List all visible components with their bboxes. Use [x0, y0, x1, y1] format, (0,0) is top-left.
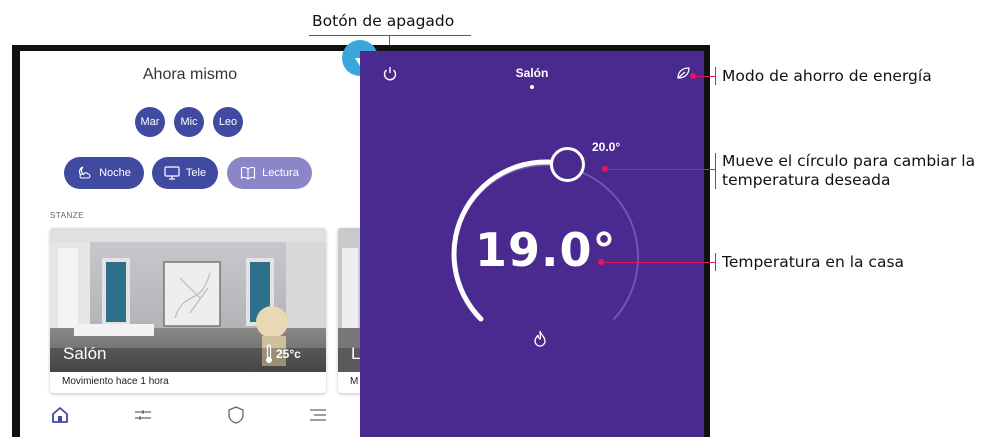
scene-label: Noche	[99, 167, 131, 179]
room-temperature: 25°c	[276, 347, 301, 361]
sliders-icon[interactable]	[133, 405, 153, 425]
person-chip-mic[interactable]: Mic	[174, 107, 204, 137]
annotation-bracket	[715, 153, 716, 189]
dashboard-panel: Ahora mismo Mar Mic Leo Noche Tele Lectu…	[20, 51, 360, 437]
book-icon	[241, 166, 256, 180]
room-status-note: M	[350, 376, 359, 387]
annotation-house-temp: Temperatura en la casa	[722, 253, 905, 271]
room-card-salon[interactable]: Salón 25°c Movimiento hace 1 hora	[50, 228, 326, 393]
menu-icon[interactable]	[308, 405, 328, 425]
home-icon[interactable]	[50, 405, 70, 425]
scene-button-noche[interactable]: Noche	[64, 157, 144, 189]
annotation-underline	[309, 35, 471, 36]
annotation-power-button: Botón de apagado	[312, 12, 455, 30]
room-card-partial[interactable]: L M	[338, 228, 360, 393]
room-status-note: Movimiento hace 1 hora	[62, 376, 169, 387]
scene-label: Tele	[185, 167, 207, 179]
annotation-bracket	[715, 67, 716, 85]
room-name: Salón	[63, 344, 107, 363]
shield-icon[interactable]	[226, 405, 246, 425]
scene-button-lectura[interactable]: Lectura	[227, 157, 312, 189]
page-title: Ahora mismo	[142, 66, 238, 83]
scene-button-tele[interactable]: Tele	[152, 157, 218, 189]
current-temperature: 19.0°	[475, 223, 617, 277]
person-chip-mar[interactable]: Mar	[135, 107, 165, 137]
annotation-move-circle-line1: Mueve el círculo para cambiar la	[722, 152, 976, 170]
annotation-leader-line	[605, 169, 715, 170]
scene-label: Lectura	[262, 167, 299, 179]
tv-icon	[164, 166, 180, 180]
moon-cloud-icon	[79, 166, 91, 179]
thermostat-panel: Salón 20.0° 19.0°	[360, 51, 704, 437]
section-label: STANZE	[50, 211, 84, 220]
annotation-energy-saving: Modo de ahorro de energía	[722, 67, 932, 85]
annotation-leader-line	[601, 262, 715, 263]
flame-icon[interactable]	[531, 329, 549, 349]
thermometer-icon	[266, 344, 272, 363]
room-name: L	[351, 344, 360, 363]
annotation-leader-line	[693, 76, 715, 77]
annotation-bracket	[715, 253, 716, 271]
target-temperature: 20.0°	[592, 140, 621, 154]
dial-handle[interactable]	[549, 147, 585, 183]
annotation-move-circle-line2: temperatura deseada	[722, 171, 891, 189]
bottom-nav	[20, 395, 360, 437]
person-chip-leo[interactable]: Leo	[213, 107, 243, 137]
